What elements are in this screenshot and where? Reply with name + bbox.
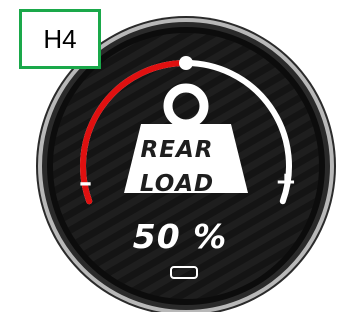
gauge-title-line1: REAR <box>140 137 214 163</box>
gauge-slider-handle[interactable] <box>179 56 193 70</box>
load-percent-value: 50 % <box>132 217 228 256</box>
decrease-button[interactable]: – <box>79 170 92 196</box>
increase-button[interactable]: + <box>275 169 297 195</box>
gauge-title-line2: LOAD <box>139 171 215 197</box>
corner-label: H4 <box>19 9 101 69</box>
home-button-icon[interactable] <box>170 266 198 279</box>
